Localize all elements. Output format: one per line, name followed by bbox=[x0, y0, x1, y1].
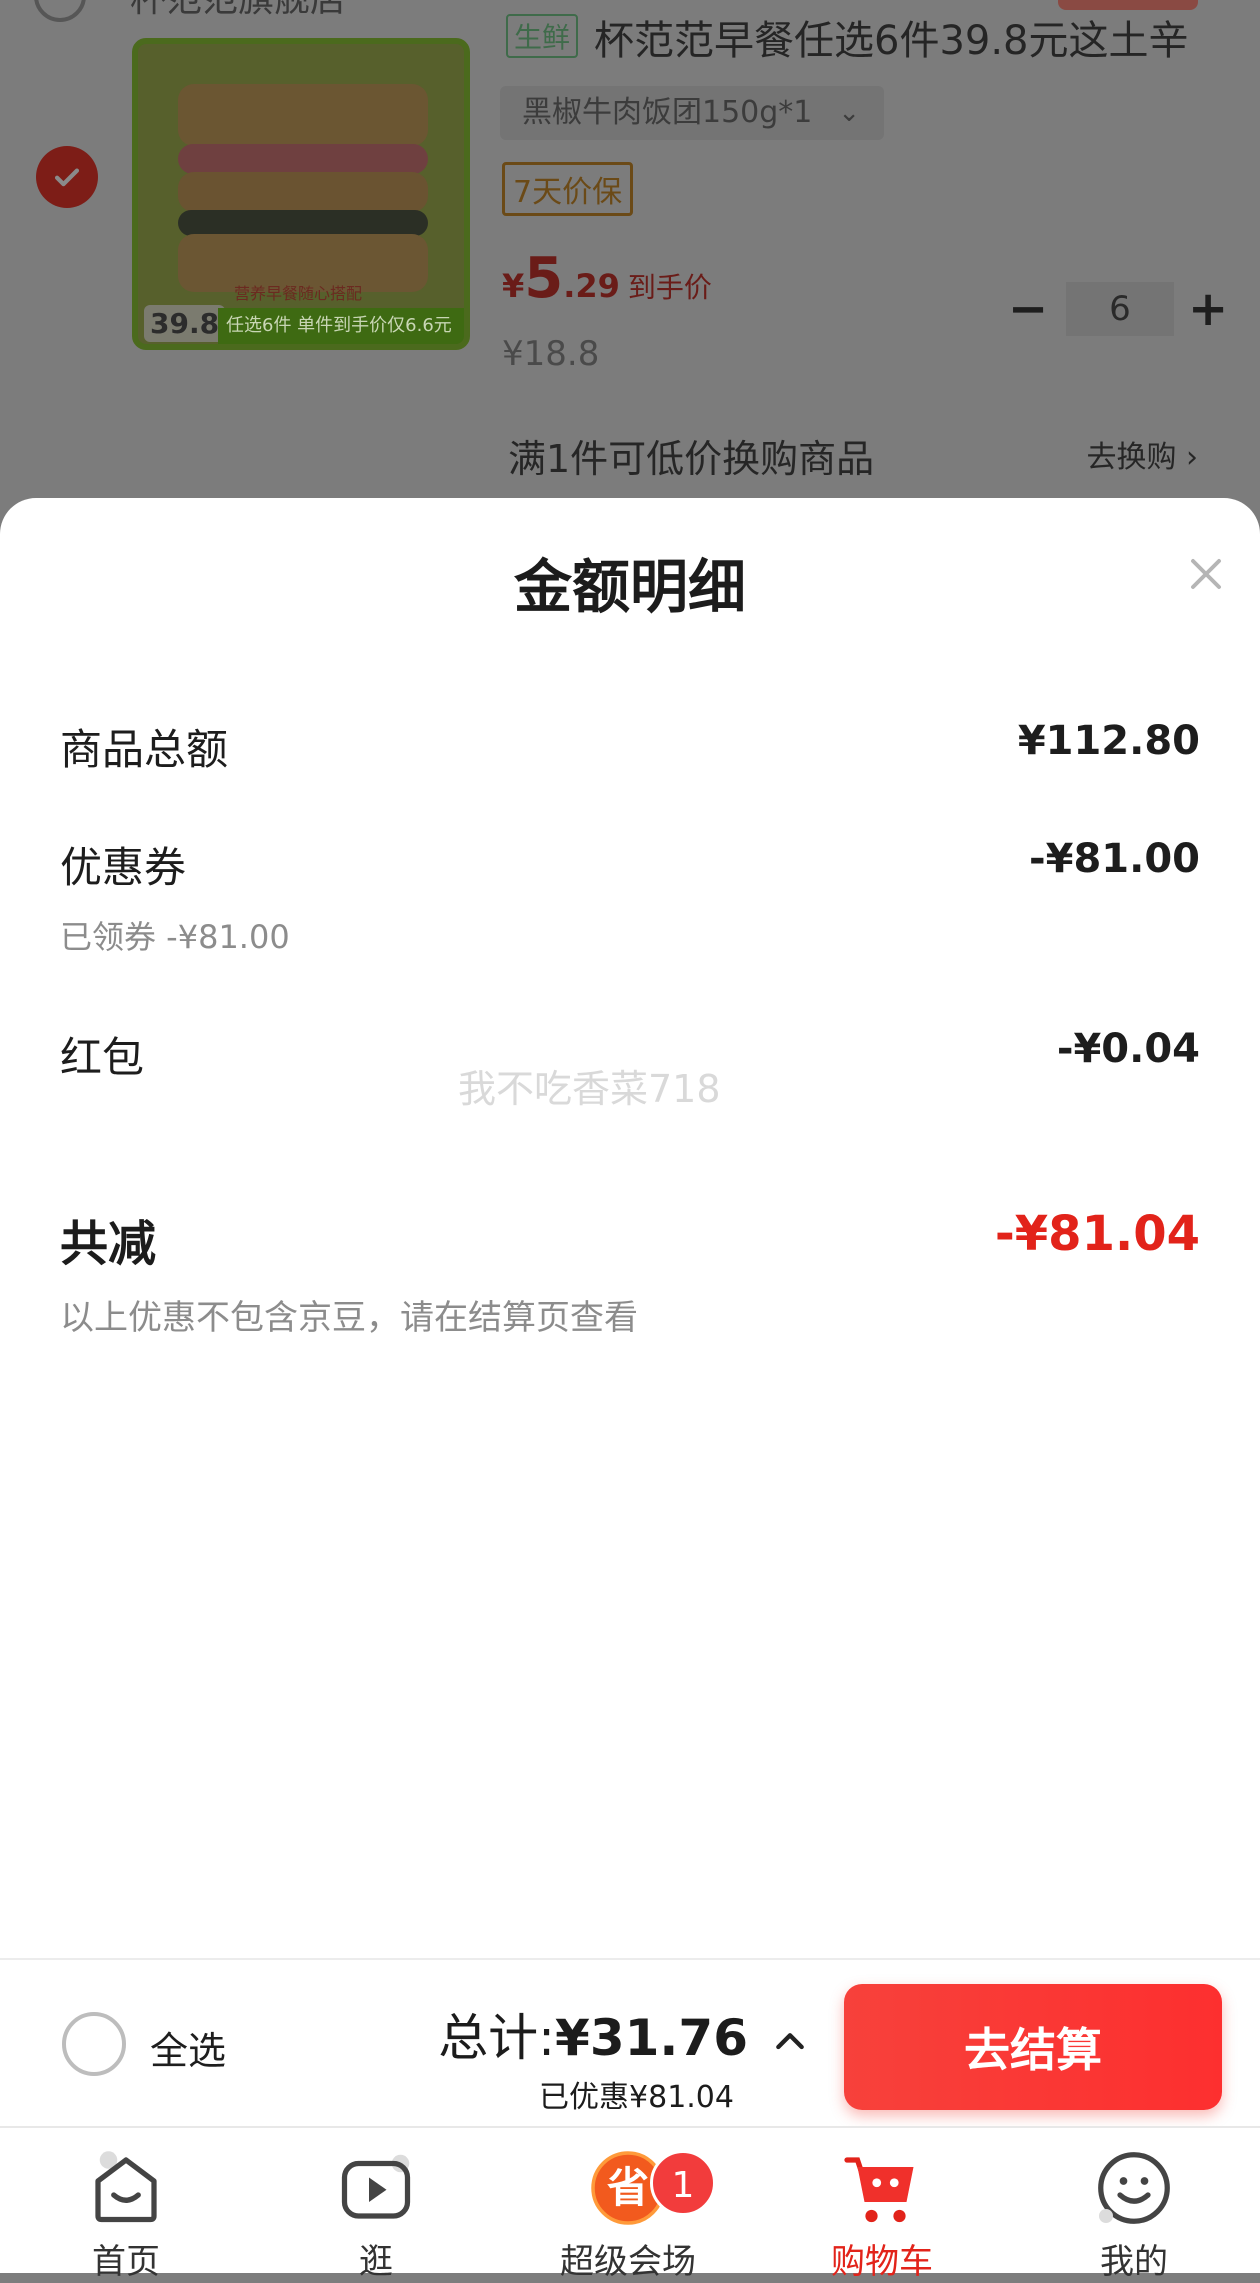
product-thumbnail[interactable]: 营养早餐随心搭配 39.8 任选6件 单件到手价仅6.6元 bbox=[132, 38, 470, 350]
coupon-value: -¥81.00 bbox=[1029, 836, 1200, 882]
select-all-radio[interactable] bbox=[62, 2012, 126, 2076]
coupon-note: 已领券 -¥81.00 bbox=[60, 918, 290, 956]
total-discount-label: 共减 bbox=[60, 1216, 157, 1272]
tab-label: 超级会场 bbox=[560, 2242, 696, 2282]
shop-select-radio[interactable] bbox=[34, 0, 86, 22]
decrease-button[interactable]: − bbox=[1008, 282, 1048, 336]
thumb-promo-bar: 任选6件 单件到手价仅6.6元 bbox=[218, 308, 464, 344]
goods-total-label: 商品总额 bbox=[60, 725, 229, 774]
home-icon bbox=[95, 2151, 157, 2223]
tab-label: 我的 bbox=[1100, 2242, 1168, 2282]
tab-profile[interactable]: 我的 bbox=[1044, 2146, 1224, 2283]
goods-total-value: ¥112.80 bbox=[1017, 718, 1200, 764]
total-discount-value: -¥81.04 bbox=[994, 1206, 1200, 1262]
coupon-label: 优惠券 bbox=[60, 843, 187, 892]
tab-cart[interactable]: 购物车 bbox=[792, 2146, 972, 2283]
red-packet-value: -¥0.04 bbox=[1056, 1026, 1200, 1072]
shop-name[interactable]: 杯范范旗舰店 bbox=[130, 0, 346, 22]
cart-icon bbox=[844, 2157, 914, 2223]
quantity-input[interactable]: 6 bbox=[1066, 282, 1174, 336]
increase-button[interactable]: + bbox=[1188, 282, 1228, 336]
bottom-tab-bar: 首页 逛 省 超级会场 1 购物车 我的 bbox=[0, 2126, 1260, 2282]
exchange-link[interactable]: 去换购 › bbox=[1086, 432, 1198, 476]
user-watermark: 我不吃香菜718 bbox=[458, 1067, 721, 1111]
tab-label: 首页 bbox=[92, 2242, 160, 2282]
close-icon bbox=[1191, 559, 1221, 589]
spec-selector[interactable]: 黑椒牛肉饭团150g*1 ⌄ bbox=[500, 86, 884, 140]
fresh-tag: 生鲜 bbox=[506, 14, 579, 58]
exchange-promo-text: 满1件可低价换购商品 bbox=[508, 437, 875, 481]
amount-details-sheet: 金额明细 商品总额 ¥112.80 优惠券 -¥81.00 已领券 -¥81.0… bbox=[0, 498, 1260, 1958]
checkmark-icon bbox=[54, 168, 80, 187]
tab-label: 逛 bbox=[359, 2242, 393, 2282]
grand-total: 总计:¥31.76 bbox=[438, 2009, 748, 2067]
spec-label: 黑椒牛肉饭团150g*1 bbox=[522, 95, 813, 130]
cart-background: 杯范范旗舰店 营养早餐随心搭配 39.8 任选6件 单件到手价仅6.6元 生鲜 … bbox=[0, 0, 1260, 520]
checkout-button[interactable]: 去结算 bbox=[844, 1984, 1222, 2110]
saved-amount: 已优惠¥81.04 bbox=[539, 2080, 734, 2115]
checkout-bar: 全选 总计:¥31.76 已优惠¥81.04 去结算 bbox=[0, 1958, 1260, 2126]
product-title[interactable]: 杯范范早餐任选6件39.8元这土辛 bbox=[594, 8, 1189, 66]
thumb-price: 39.8 bbox=[144, 305, 226, 342]
price-guarantee-badge: 7天价保 bbox=[502, 162, 634, 216]
discount-note: 以上优惠不包含京豆，请在结算页查看 bbox=[60, 1298, 638, 1338]
quantity-stepper: − 6 + bbox=[1008, 282, 1228, 336]
notification-badge: 1 bbox=[650, 2150, 716, 2216]
close-button[interactable] bbox=[1180, 548, 1232, 600]
smiley-profile-icon bbox=[1098, 2152, 1170, 2224]
video-play-icon bbox=[341, 2154, 411, 2219]
chevron-down-icon: ⌄ bbox=[838, 98, 860, 128]
tab-label: 购物车 bbox=[831, 2242, 933, 2282]
tab-discover[interactable]: 逛 bbox=[286, 2146, 466, 2283]
deal-price: ¥5.29 到手价 bbox=[502, 246, 712, 311]
select-all-label[interactable]: 全选 bbox=[150, 2020, 226, 2075]
chevron-up-icon[interactable] bbox=[770, 2022, 810, 2062]
svg-text:省: 省 bbox=[607, 2163, 649, 2212]
original-price: ¥18.8 bbox=[502, 334, 600, 374]
thumb-slogan: 营养早餐随心搭配 bbox=[234, 284, 363, 303]
item-checkbox-checked[interactable] bbox=[36, 146, 98, 208]
red-packet-label: 红包 bbox=[60, 1033, 145, 1082]
sheet-title: 金额明细 bbox=[513, 553, 746, 621]
tab-home[interactable]: 首页 bbox=[36, 2146, 216, 2283]
